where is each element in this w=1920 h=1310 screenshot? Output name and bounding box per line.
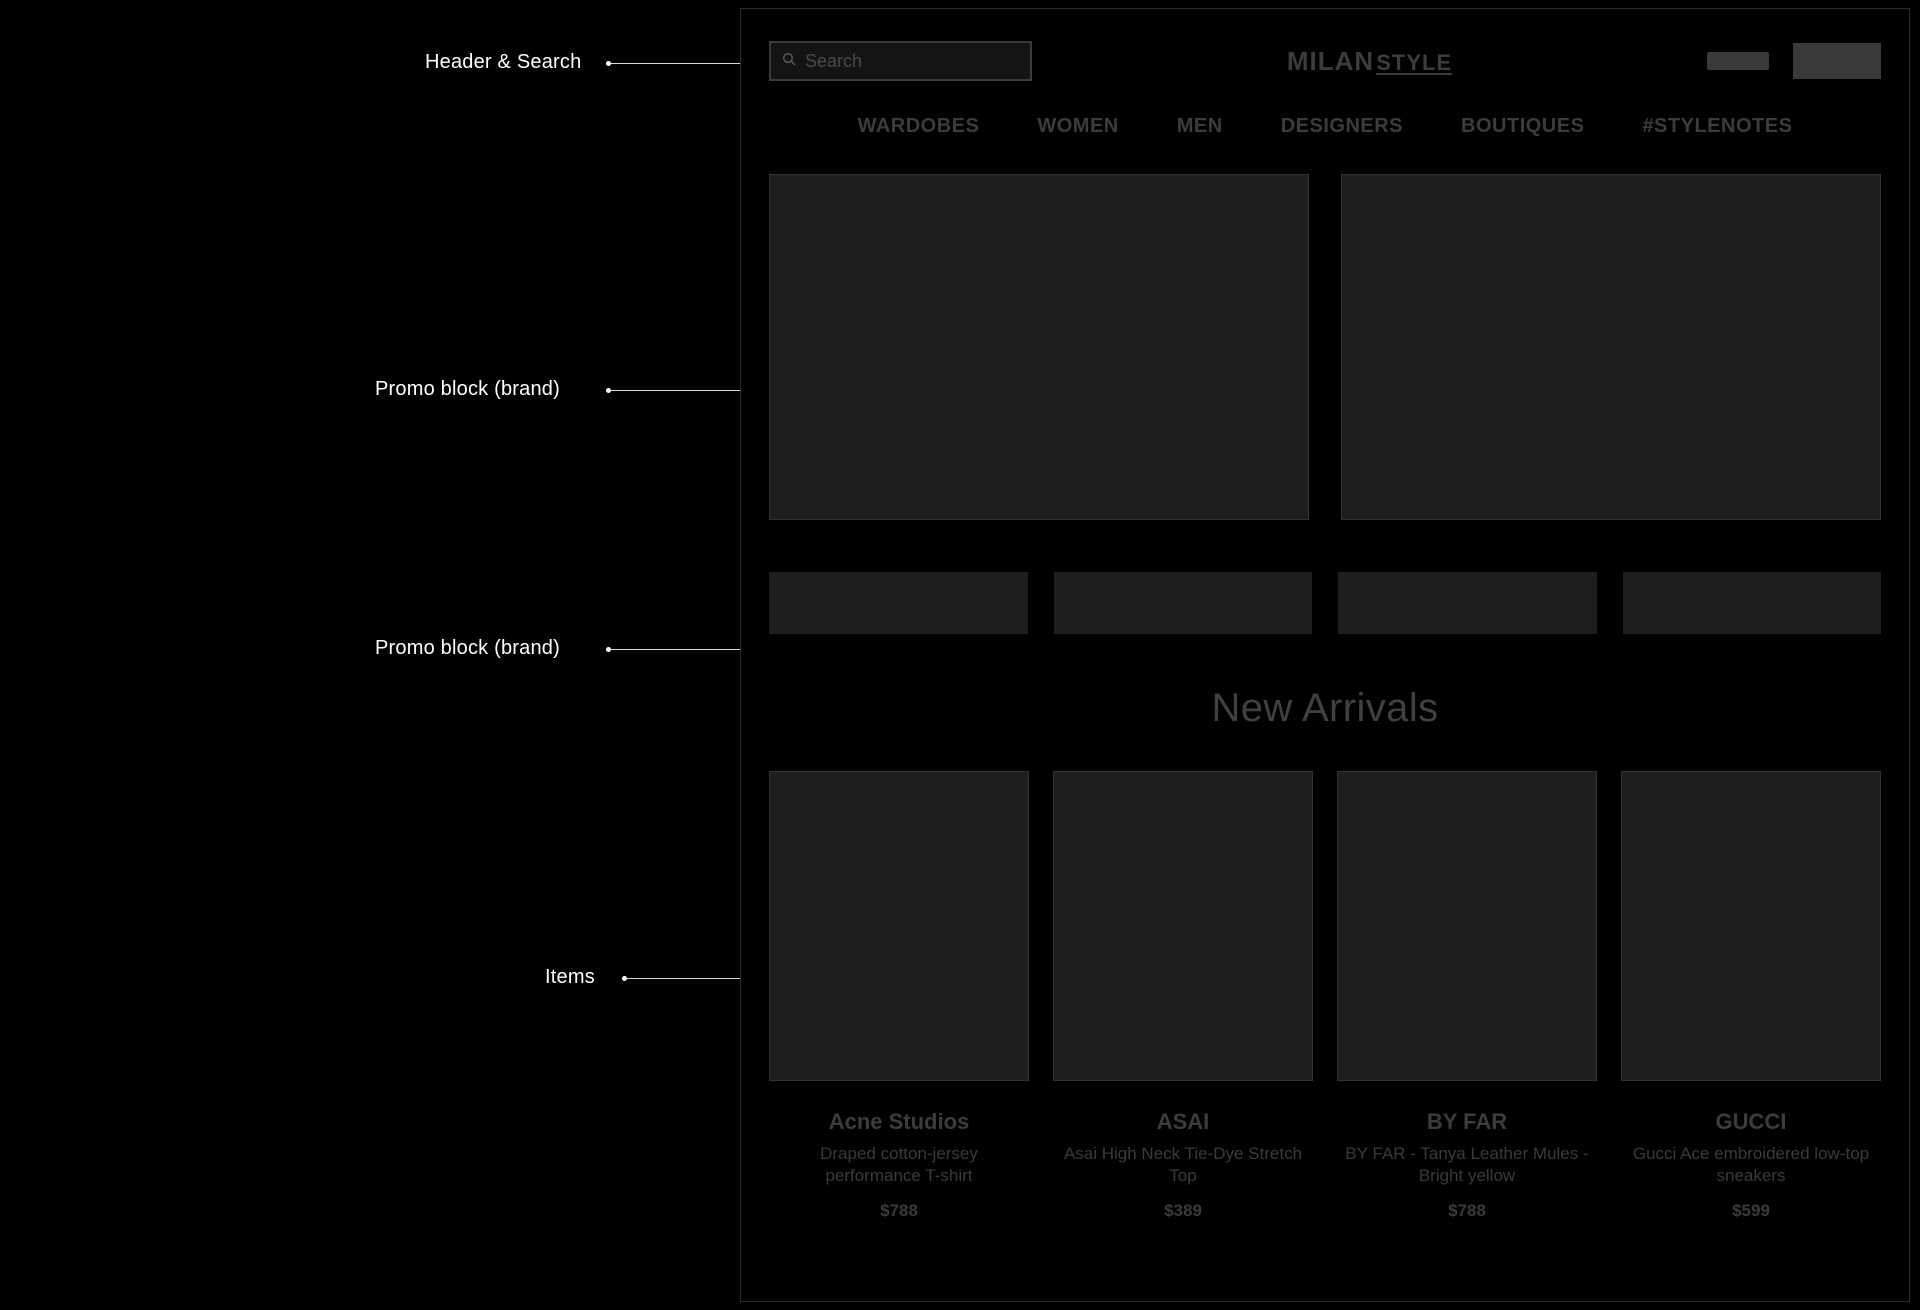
promo-small-row [769,572,1881,634]
product-brand: Acne Studios [829,1109,970,1135]
logo-text-1: MILAN [1287,46,1374,77]
product-brand: ASAI [1157,1109,1210,1135]
product-name: BY FAR - Tanya Leather Mules - Bright ye… [1337,1143,1597,1187]
annotation-items: Items [545,966,595,989]
product-price: $788 [880,1201,918,1221]
product-name: Draped cotton-jersey performance T-shirt [769,1143,1029,1187]
product-price: $389 [1164,1201,1202,1221]
promo-small-2[interactable] [1054,572,1313,634]
header-button-placeholder[interactable] [1793,43,1881,79]
product-card[interactable]: Acne Studios Draped cotton-jersey perfor… [769,771,1029,1221]
annotation-line [608,63,758,64]
annotation-promo-small: Promo block (brand) [375,637,560,660]
annotation-line [608,390,758,391]
product-brand: GUCCI [1716,1109,1787,1135]
product-card[interactable]: ASAI Asai High Neck Tie-Dye Stretch Top … [1053,771,1313,1221]
promo-small-3[interactable] [1338,572,1597,634]
nav-item-boutiques[interactable]: BOUTIQUES [1461,115,1584,138]
primary-nav: WARDOBES WOMEN MEN DESIGNERS BOUTIQUES #… [769,85,1881,164]
annotation-header-search: Header & Search [425,51,581,74]
annotation-line [624,978,758,979]
product-price: $599 [1732,1201,1770,1221]
annotation-panel: Header & Search Promo block (brand) Prom… [0,0,740,1310]
promo-large-row [769,174,1881,520]
product-image [1337,771,1597,1081]
site-surface: MILAN STYLE WARDOBES WOMEN MEN DESIGNERS… [740,8,1910,1302]
product-card[interactable]: GUCCI Gucci Ace embroidered low-top snea… [1621,771,1881,1221]
nav-item-designers[interactable]: DESIGNERS [1281,115,1403,138]
header: MILAN STYLE [769,9,1881,85]
annotation-line [608,649,758,650]
search-wrap[interactable] [769,41,1032,81]
header-actions [1707,43,1881,79]
promo-large-2[interactable] [1341,174,1881,520]
header-text-placeholder[interactable] [1707,52,1769,70]
nav-item-stylenotes[interactable]: #STYLENOTES [1642,115,1792,138]
product-image [769,771,1029,1081]
search-input[interactable] [805,51,1020,72]
annotation-promo-large: Promo block (brand) [375,378,560,401]
promo-small-1[interactable] [769,572,1028,634]
promo-large-1[interactable] [769,174,1309,520]
product-card[interactable]: BY FAR BY FAR - Tanya Leather Mules - Br… [1337,771,1597,1221]
product-name: Asai High Neck Tie-Dye Stretch Top [1053,1143,1313,1187]
product-name: Gucci Ace embroidered low-top sneakers [1621,1143,1881,1187]
nav-item-wardobes[interactable]: WARDOBES [858,115,980,138]
promo-small-4[interactable] [1623,572,1882,634]
nav-item-men[interactable]: MEN [1177,115,1223,138]
product-image [1053,771,1313,1081]
logo-text-2: STYLE [1376,50,1452,76]
section-title-new-arrivals: New Arrivals [769,686,1881,731]
product-price: $788 [1448,1201,1486,1221]
product-brand: BY FAR [1427,1109,1507,1135]
site-logo[interactable]: MILAN STYLE [1287,46,1452,77]
nav-item-women[interactable]: WOMEN [1037,115,1118,138]
search-icon [781,51,797,72]
product-grid: Acne Studios Draped cotton-jersey perfor… [769,771,1881,1221]
product-image [1621,771,1881,1081]
